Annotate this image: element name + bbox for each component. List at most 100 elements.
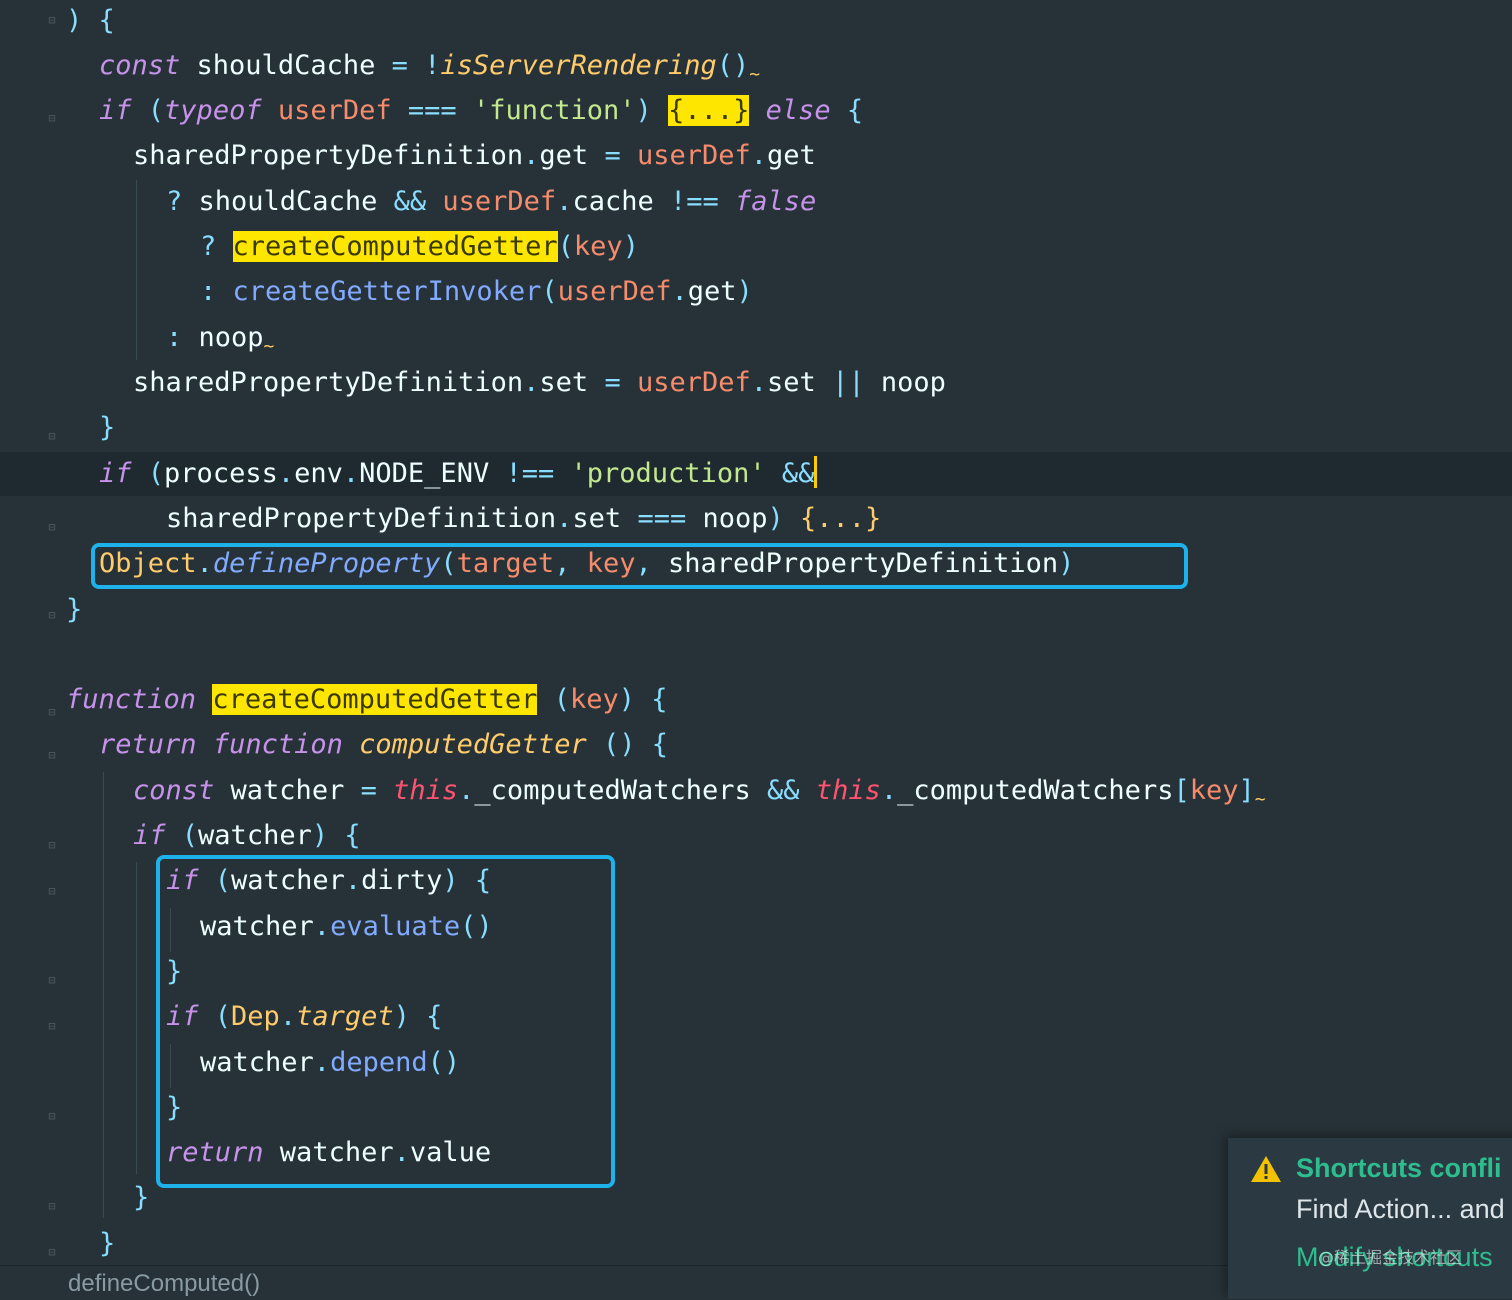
code-token: if <box>99 95 132 126</box>
highlight-box-define-property <box>91 543 1188 589</box>
shortcuts-conflict-notification[interactable]: Shortcuts confli Find Action... and Modi… <box>1228 1138 1512 1299</box>
code-token: : <box>200 276 217 307</box>
code-token: noop <box>182 322 264 353</box>
breadcrumb[interactable]: defineComputed() <box>68 1270 260 1298</box>
code-token: false <box>735 186 817 217</box>
code-line[interactable]: if (typeof userDef === 'function') {...}… <box>99 88 863 133</box>
warning-squiggle: ~ <box>749 64 761 85</box>
code-token: . <box>523 140 540 171</box>
code-token: . <box>671 276 688 307</box>
code-token: = <box>604 367 621 398</box>
code-token: createComputedGetter <box>212 684 538 715</box>
code-line[interactable]: sharedPropertyDefinition.set === noop) {… <box>166 496 881 541</box>
code-token: { <box>344 820 361 851</box>
code-line[interactable]: : noop~ <box>166 315 274 360</box>
fold-marker-icon[interactable]: ⊟ <box>45 429 59 443</box>
text-caret <box>814 456 818 488</box>
code-token: ( <box>147 458 165 489</box>
code-token: } <box>99 1228 116 1259</box>
code-token: NODE_ENV <box>359 458 506 489</box>
code-line[interactable]: } <box>99 1221 115 1266</box>
code-line[interactable]: const shouldCache = !isServerRendering()… <box>99 43 760 88</box>
code-token: process <box>164 458 278 489</box>
code-token: () <box>716 50 750 81</box>
code-token: ? <box>166 186 183 217</box>
code-token: userDef <box>557 276 672 307</box>
code-token: const <box>133 775 215 806</box>
code-line[interactable]: } <box>66 587 82 632</box>
code-token: . <box>750 367 768 398</box>
code-token: [ <box>1173 775 1190 806</box>
code-line[interactable]: if (process.env.NODE_ENV !== 'production… <box>99 451 818 496</box>
code-token: : <box>166 322 183 353</box>
code-token: . <box>880 775 898 806</box>
code-token: shouldCache <box>180 50 392 81</box>
fold-marker-icon[interactable]: ⊟ <box>45 884 59 898</box>
fold-marker-icon[interactable]: ⊟ <box>45 838 59 852</box>
code-token: = <box>604 140 621 171</box>
code-token: this <box>815 775 881 806</box>
fold-marker-icon[interactable]: ⊟ <box>45 111 59 125</box>
code-line[interactable]: : createGetterInvoker(userDef.get) <box>200 269 753 314</box>
code-token: watcher <box>214 775 361 806</box>
code-line[interactable]: ) { <box>66 0 115 43</box>
fold-marker-icon[interactable]: ⊟ <box>45 1199 59 1213</box>
code-line[interactable]: ? createComputedGetter(key) <box>200 224 639 269</box>
code-token: ( <box>181 820 199 851</box>
code-token: . <box>458 775 475 806</box>
fold-marker-icon[interactable]: ⊟ <box>45 608 59 622</box>
fold-marker-icon[interactable]: ⊟ <box>45 748 59 762</box>
fold-marker-icon[interactable]: ⊟ <box>45 705 59 719</box>
code-token: sharedPropertyDefinition <box>166 503 557 534</box>
warning-squiggle: ~ <box>1254 789 1266 810</box>
code-token: key <box>573 231 623 262</box>
fold-marker-icon[interactable]: ⊟ <box>45 13 59 27</box>
code-token: get <box>539 140 605 171</box>
code-token: !== <box>669 186 719 217</box>
code-token: function <box>66 684 197 715</box>
fold-marker-icon[interactable]: ⊟ <box>45 1245 59 1259</box>
code-token: 'production' <box>570 458 766 489</box>
code-line[interactable]: ? shouldCache && userDef.cache !== false <box>166 179 816 224</box>
code-line[interactable]: return function computedGetter () { <box>99 722 668 767</box>
code-token: function <box>212 729 343 760</box>
code-line[interactable]: const watcher = this._computedWatchers &… <box>133 768 1266 813</box>
code-token: === <box>407 95 457 126</box>
code-token: watcher <box>198 820 312 851</box>
warning-icon <box>1251 1156 1281 1182</box>
code-line[interactable]: sharedPropertyDefinition.set = userDef.s… <box>133 360 946 405</box>
fold-marker-icon[interactable]: ⊟ <box>45 1109 59 1123</box>
notification-body: Find Action... and <box>1296 1194 1505 1224</box>
code-token: noop <box>686 503 768 534</box>
code-token: {...} <box>800 503 882 534</box>
highlight-box-watcher-block <box>156 855 615 1188</box>
code-line[interactable]: if (watcher) { <box>133 813 361 858</box>
code-line[interactable]: sharedPropertyDefinition.get = userDef.g… <box>133 133 816 178</box>
code-token: _computedWatchers <box>897 775 1174 806</box>
code-token: userDef <box>442 186 557 217</box>
code-editor[interactable]: ⊟ ⊟ ⊟ ⊟ ⊟ ⊟ ⊟ ⊟ ⊟ ⊟ ⊟ ⊟ ⊟ ⊟ ) {const shouldCache = !i… <box>0 0 1512 1265</box>
code-line[interactable]: } <box>99 405 115 450</box>
indent-guide <box>103 772 104 1218</box>
code-token: . <box>556 503 573 534</box>
fold-marker-icon[interactable]: ⊟ <box>45 973 59 987</box>
code-token: ] <box>1238 775 1255 806</box>
fold-marker-icon[interactable]: ⊟ <box>45 1019 59 1033</box>
fold-marker-icon[interactable]: ⊟ <box>45 520 59 534</box>
code-line[interactable]: } <box>133 1175 149 1220</box>
code-token: && <box>767 775 800 806</box>
code-token: ! <box>424 50 441 81</box>
indent-guide <box>136 180 137 360</box>
code-token: ) <box>767 503 784 534</box>
code-token: isServerRendering <box>440 50 717 81</box>
code-line[interactable]: function createComputedGetter (key) { <box>66 677 668 722</box>
